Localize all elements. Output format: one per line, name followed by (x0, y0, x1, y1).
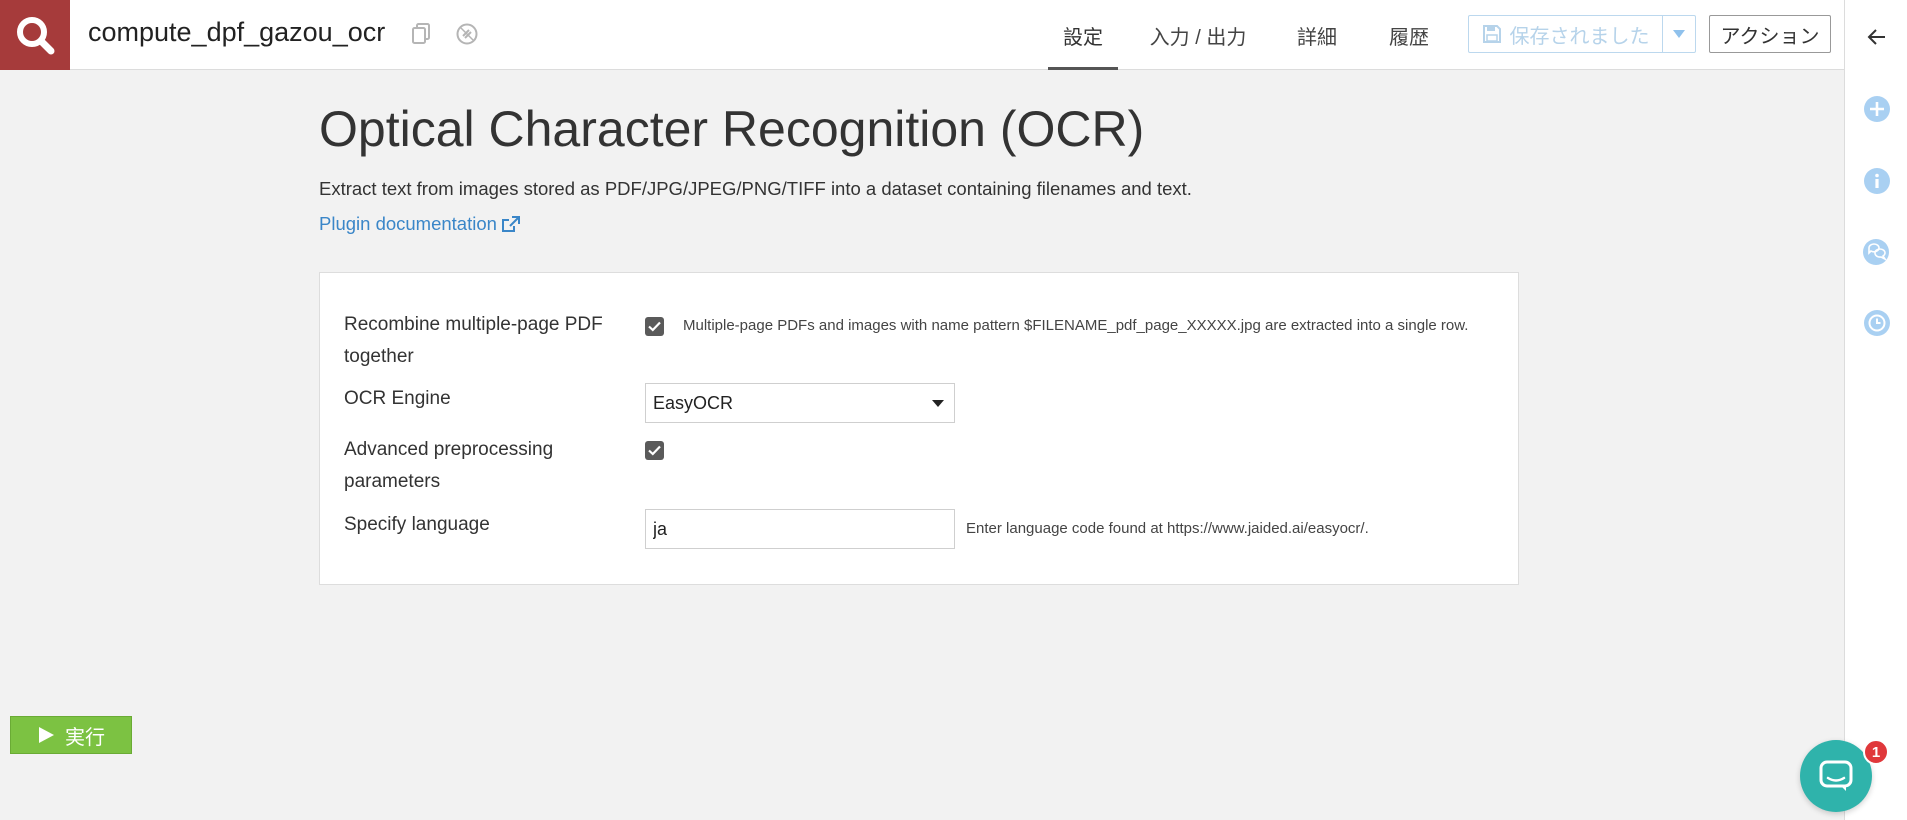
language-label: Specify language (344, 514, 490, 535)
ocr-engine-value: EasyOCR (653, 392, 734, 413)
external-link-icon (501, 215, 520, 232)
caret-down-icon (932, 399, 944, 407)
chat-bubbles-icon[interactable] (1862, 237, 1892, 267)
chat-icon (1819, 760, 1853, 791)
info-circle-icon[interactable] (1862, 166, 1892, 196)
chat-launcher-button[interactable] (1800, 740, 1872, 812)
run-label: 実行 (65, 726, 105, 749)
save-button-group: 保存されました (1468, 15, 1696, 53)
search-icon (17, 17, 55, 55)
plugin-documentation-link[interactable]: Plugin documentation (319, 213, 520, 235)
checkmark-icon (648, 321, 661, 332)
right-rail (1844, 0, 1907, 820)
ocr-engine-label: OCR Engine (344, 388, 451, 409)
play-icon (39, 727, 54, 743)
app-logo[interactable] (0, 0, 70, 70)
settings-form: Recombine multiple-page PDF together Mul… (319, 272, 1519, 585)
link-icon[interactable] (455, 22, 479, 46)
doc-link-label: Plugin documentation (319, 213, 497, 234)
language-help-text: Enter language code found at https://www… (966, 520, 1369, 537)
advanced-preprocessing-checkbox[interactable] (645, 441, 664, 460)
actions-button[interactable]: アクション (1709, 15, 1831, 53)
save-options-caret[interactable] (1663, 16, 1695, 52)
run-button[interactable]: 実行 (10, 716, 132, 754)
recombine-checkbox[interactable] (645, 317, 664, 336)
floppy-disk-icon (1482, 25, 1501, 43)
advanced-preprocessing-label: Advanced preprocessing parameters (344, 439, 554, 492)
arrow-left-icon[interactable] (1862, 22, 1892, 52)
save-button[interactable]: 保存されました (1469, 16, 1663, 52)
checkmark-icon (648, 445, 661, 456)
language-input[interactable] (645, 509, 955, 549)
plus-circle-icon[interactable] (1862, 94, 1892, 124)
clock-icon[interactable] (1862, 308, 1892, 338)
tab-settings[interactable]: 設定 (1048, 0, 1118, 70)
chat-notification-badge: 1 (1863, 739, 1889, 765)
page-title: Optical Character Recognition (OCR) (319, 101, 1145, 157)
ocr-engine-select[interactable]: EasyOCR (645, 383, 955, 423)
tab-history[interactable]: 履歴 (1374, 0, 1444, 70)
top-bar: compute_dpf_gazou_ocr 設定 入力 / 出力 詳細 履歴 保… (0, 0, 1844, 70)
page-description: Extract text from images stored as PDF/J… (319, 178, 1192, 199)
recombine-label: Recombine multiple-page PDF together (344, 314, 603, 367)
recipe-name[interactable]: compute_dpf_gazou_ocr (88, 17, 385, 48)
tab-input-output[interactable]: 入力 / 出力 (1143, 0, 1253, 70)
tab-advanced[interactable]: 詳細 (1282, 0, 1352, 70)
save-label: 保存されました (1509, 25, 1650, 48)
recombine-help-text: Multiple-page PDFs and images with name … (683, 317, 1469, 334)
copy-icon[interactable] (409, 22, 433, 46)
caret-down-icon (1673, 30, 1685, 38)
